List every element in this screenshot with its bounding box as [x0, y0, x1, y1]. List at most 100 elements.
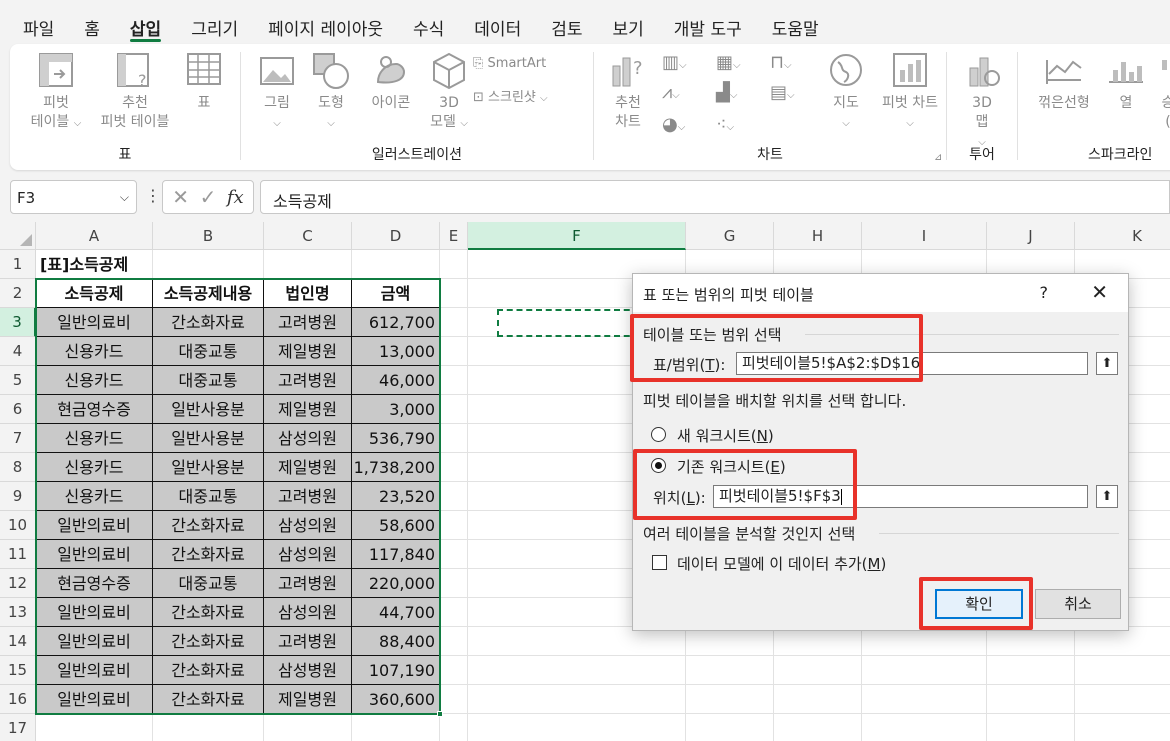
sparkline-line-button[interactable]: 꺾은선형: [1032, 52, 1096, 113]
new-worksheet-radio[interactable]: [651, 427, 666, 442]
row-header-3[interactable]: 3: [0, 308, 36, 337]
row-header-17[interactable]: 17: [0, 714, 36, 741]
chevron-down-icon: ⌵: [842, 118, 850, 129]
row-header-14[interactable]: 14: [0, 627, 36, 656]
pivot-table-button[interactable]: 피벗 테이블 ⌵: [26, 52, 86, 133]
formula-buttons: ✕ ✓ fx: [162, 180, 254, 214]
column-header-B[interactable]: B: [153, 222, 264, 250]
row-header-7[interactable]: 7: [0, 424, 36, 453]
column-header-G[interactable]: G: [686, 222, 774, 250]
menu-item-7[interactable]: 검토: [551, 0, 582, 48]
pivot-chart-button[interactable]: 피벗 차트 ⌵: [874, 52, 946, 133]
data-model-text: 데이터 모델에 이 데이터 추가(: [677, 555, 868, 573]
select-all-button[interactable]: [0, 222, 36, 250]
menu-item-10[interactable]: 도움말: [772, 0, 819, 48]
combo-chart-icon: ▤: [770, 82, 788, 103]
smartart-button[interactable]: ⎘ SmartArt: [473, 56, 546, 71]
menu-item-9[interactable]: 개발 도구: [674, 0, 742, 48]
cancel-entry-icon[interactable]: ✕: [172, 185, 189, 209]
icon-button[interactable]: 아이콘: [363, 52, 419, 113]
existing-worksheet-end: ): [779, 458, 786, 476]
menu-item-5[interactable]: 수식: [413, 0, 444, 48]
menu-item-6[interactable]: 데이터: [474, 0, 521, 48]
data-model-key: M: [867, 555, 881, 573]
recommended-pivot-button[interactable]: ? 추천 피벗 테이블: [94, 52, 176, 132]
data-model-end: ): [880, 555, 887, 573]
column-header-J[interactable]: J: [987, 222, 1075, 250]
column-header-A[interactable]: A: [36, 222, 153, 250]
range-input[interactable]: 피벗테이블5!$A$2:$D$16: [736, 352, 1088, 375]
confirm-entry-icon[interactable]: ✓: [200, 185, 217, 209]
3d-model-button[interactable]: 3D 모델 ⌵: [421, 52, 477, 133]
recommended-chart-button[interactable]: ? 추천 차트: [606, 52, 650, 132]
row-header-2[interactable]: 2: [0, 279, 36, 308]
help-button[interactable]: ?: [1040, 283, 1049, 302]
cancel-button[interactable]: 취소: [1035, 589, 1121, 619]
menu-item-8[interactable]: 보기: [613, 0, 644, 48]
scatter-chart-button[interactable]: ⁖⌵: [716, 114, 734, 135]
row-header-4[interactable]: 4: [0, 337, 36, 366]
column-chart-button[interactable]: ▥⌵: [662, 52, 687, 73]
insert-function-icon[interactable]: fx: [227, 187, 244, 208]
row-header-16[interactable]: 16: [0, 685, 36, 714]
shape-button[interactable]: 도형 ⌵: [311, 52, 351, 133]
menu-item-1[interactable]: 홈: [84, 0, 100, 48]
name-box[interactable]: F3 ⌵: [10, 180, 137, 214]
column-header-D[interactable]: D: [352, 222, 440, 250]
column-header-F[interactable]: F: [468, 222, 686, 250]
sparkline-winloss-button[interactable]: 승 (: [1158, 52, 1170, 132]
formula-input[interactable]: 소득공제: [260, 180, 1170, 214]
collapse-dialog-icon[interactable]: ⬆: [1096, 352, 1118, 375]
row-header-15[interactable]: 15: [0, 656, 36, 685]
pie-chart-button[interactable]: ◕⌵: [662, 114, 685, 135]
column-header-K[interactable]: K: [1075, 222, 1170, 250]
existing-worksheet-text: 기존 워크시트(: [677, 458, 771, 476]
row-header-5[interactable]: 5: [0, 366, 36, 395]
statistic-chart-button[interactable]: ▟⌵: [716, 82, 737, 103]
menu-item-0[interactable]: 파일: [23, 0, 54, 48]
3d-map-button[interactable]: 3D 맵 ⌵: [961, 52, 1003, 152]
existing-worksheet-radio[interactable]: [651, 458, 666, 473]
menu-item-3[interactable]: 그리기: [191, 0, 238, 48]
column-header-C[interactable]: C: [264, 222, 352, 250]
chevron-down-icon: ⌵: [679, 60, 687, 71]
waterfall-chart-button[interactable]: ⊓⌵: [770, 52, 792, 73]
ok-button[interactable]: 확인: [935, 589, 1023, 619]
pivot-chart-icon: [893, 53, 927, 87]
row-header-10[interactable]: 10: [0, 511, 36, 540]
data-model-checkbox[interactable]: [652, 555, 667, 570]
menu-item-2[interactable]: 삽입: [129, 0, 162, 48]
menu-item-4[interactable]: 페이지 레이아웃: [268, 0, 383, 48]
combo-chart-button[interactable]: ▤⌵: [770, 82, 795, 103]
row-header-11[interactable]: 11: [0, 540, 36, 569]
chevron-down-icon[interactable]: ⌵: [120, 190, 129, 205]
map-button[interactable]: 지도 ⌵: [824, 52, 868, 133]
sparkline-column-icon: [1109, 62, 1143, 83]
row-header-1[interactable]: 1: [0, 250, 36, 279]
pie-chart-icon: ◕: [662, 114, 678, 135]
column-header-H[interactable]: H: [774, 222, 862, 250]
table-label: 표: [197, 95, 211, 111]
close-button[interactable]: ✕: [1091, 280, 1108, 304]
fill-handle[interactable]: [437, 711, 443, 717]
sheet-title[interactable]: [표]소득공제: [40, 250, 128, 279]
row-header-13[interactable]: 13: [0, 598, 36, 627]
column-header-I[interactable]: I: [862, 222, 987, 250]
table-button[interactable]: 표: [184, 52, 224, 113]
row-header-6[interactable]: 6: [0, 395, 36, 424]
screenshot-button[interactable]: ⊡ 스크린샷 ⌵: [473, 86, 548, 105]
collapse-dialog-icon[interactable]: ⬆: [1096, 485, 1118, 508]
more-options-icon[interactable]: ⋮: [145, 186, 161, 205]
column-header-E[interactable]: E: [440, 222, 468, 250]
row-header-9[interactable]: 9: [0, 482, 36, 511]
row-header-8[interactable]: 8: [0, 453, 36, 482]
picture-button[interactable]: 그림 ⌵: [257, 52, 297, 133]
line-chart-button[interactable]: ⩘⌵: [662, 82, 680, 103]
row-header-12[interactable]: 12: [0, 569, 36, 598]
menu-bar: 파일 홈 삽입 그리기 페이지 레이아웃 수식 데이터 검토 보기 개발 도구 도움말: [0, 0, 1170, 48]
sparkline-column-button[interactable]: 열: [1106, 52, 1146, 113]
waterfall-chart-icon: ⊓: [770, 52, 785, 73]
location-input[interactable]: 피벗테이블5!$F$3: [713, 485, 1088, 508]
cube-icon: [433, 52, 465, 90]
hierarchy-chart-button[interactable]: ▦⌵: [716, 52, 741, 73]
